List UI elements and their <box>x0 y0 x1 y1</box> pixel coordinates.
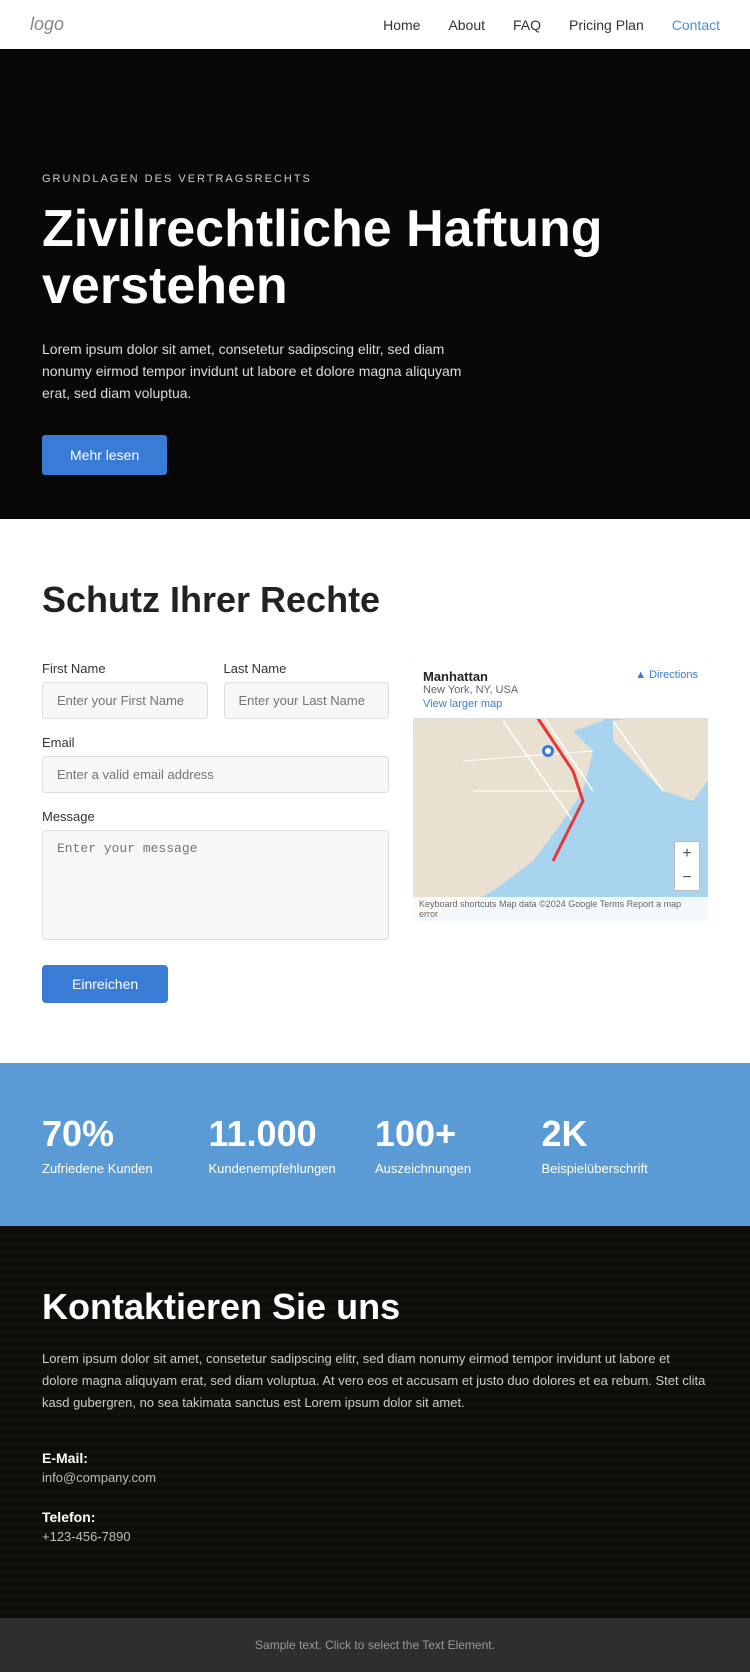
message-label: Message <box>42 809 389 824</box>
contact-phone-label: Telefon: <box>42 1509 708 1525</box>
hero-title: Zivilrechtliche Haftung verstehen <box>42 201 603 315</box>
map-view-larger-link[interactable]: View larger map <box>423 698 518 710</box>
stats-section: 70% Zufriedene Kunden 11.000 Kundenempfe… <box>0 1063 750 1226</box>
form-section: Schutz Ihrer Rechte First Name Last Name… <box>0 519 750 1063</box>
hero-section: GRUNDLAGEN DES VERTRAGSRECHTS Zivilrecht… <box>0 49 750 519</box>
stat-number-1: 11.000 <box>209 1113 376 1155</box>
stat-number-0: 70% <box>42 1113 209 1155</box>
nav-links: Home About FAQ Pricing Plan Contact <box>383 17 720 33</box>
stat-item-3: 2K Beispielüberschrift <box>542 1113 709 1176</box>
map-directions[interactable]: ▲ Directions <box>635 669 698 681</box>
map-zoom-out[interactable]: − <box>675 866 699 890</box>
nav-faq[interactable]: FAQ <box>513 17 541 33</box>
map-footer: Keyboard shortcuts Map data ©2024 Google… <box>413 897 708 921</box>
first-name-group: First Name <box>42 661 208 719</box>
map-location-name: Manhattan <box>423 669 518 684</box>
stat-label-3: Beispielüberschrift <box>542 1161 709 1176</box>
stat-item-1: 11.000 Kundenempfehlungen <box>209 1113 376 1176</box>
submit-button[interactable]: Einreichen <box>42 965 168 1003</box>
logo: logo <box>30 14 64 35</box>
nav-pricing[interactable]: Pricing Plan <box>569 17 644 33</box>
contact-email-block: E-Mail: info@company.com <box>42 1450 708 1485</box>
contact-form: First Name Last Name Email Message Einre… <box>42 661 389 1003</box>
map-header: Manhattan New York, NY, USA View larger … <box>413 661 708 719</box>
nav-about[interactable]: About <box>448 17 485 33</box>
map-zoom-controls: + − <box>674 841 700 891</box>
contact-phone-block: Telefon: +123-456-7890 <box>42 1509 708 1544</box>
hero-subtitle: GRUNDLAGEN DES VERTRAGSRECHTS <box>42 173 603 185</box>
nav-contact[interactable]: Contact <box>672 17 720 33</box>
map-footer-text: Keyboard shortcuts Map data ©2024 Google… <box>419 899 702 919</box>
stat-number-3: 2K <box>542 1113 709 1155</box>
message-group: Message <box>42 809 389 945</box>
nav-home[interactable]: Home <box>383 17 420 33</box>
contact-description: Lorem ipsum dolor sit amet, consetetur s… <box>42 1348 708 1414</box>
footer-text: Sample text. Click to select the Text El… <box>255 1638 495 1652</box>
last-name-input[interactable] <box>224 682 390 719</box>
contact-email-value: info@company.com <box>42 1470 708 1485</box>
contact-section: Kontaktieren Sie uns Lorem ipsum dolor s… <box>0 1226 750 1618</box>
form-map-wrapper: First Name Last Name Email Message Einre… <box>42 661 708 1003</box>
map-container: Manhattan New York, NY, USA View larger … <box>413 661 708 1003</box>
map-zoom-in[interactable]: + <box>675 842 699 866</box>
first-name-input[interactable] <box>42 682 208 719</box>
map: Manhattan New York, NY, USA View larger … <box>413 661 708 921</box>
last-name-group: Last Name <box>224 661 390 719</box>
navigation: logo Home About FAQ Pricing Plan Contact <box>0 0 750 49</box>
map-title-block: Manhattan New York, NY, USA View larger … <box>423 669 518 710</box>
name-row: First Name Last Name <box>42 661 389 719</box>
stat-label-1: Kundenempfehlungen <box>209 1161 376 1176</box>
email-group: Email <box>42 735 389 793</box>
stat-number-2: 100+ <box>375 1113 542 1155</box>
stat-label-0: Zufriedene Kunden <box>42 1161 209 1176</box>
map-location-sub: New York, NY, USA <box>423 684 518 696</box>
email-label: Email <box>42 735 389 750</box>
form-section-title: Schutz Ihrer Rechte <box>42 579 708 621</box>
stat-item-0: 70% Zufriedene Kunden <box>42 1113 209 1176</box>
message-textarea[interactable] <box>42 830 389 940</box>
hero-description: Lorem ipsum dolor sit amet, consetetur s… <box>42 338 462 405</box>
stat-label-2: Auszeichnungen <box>375 1161 542 1176</box>
contact-title: Kontaktieren Sie uns <box>42 1286 708 1328</box>
last-name-label: Last Name <box>224 661 390 676</box>
contact-email-label: E-Mail: <box>42 1450 708 1466</box>
email-input[interactable] <box>42 756 389 793</box>
stat-item-2: 100+ Auszeichnungen <box>375 1113 542 1176</box>
first-name-label: First Name <box>42 661 208 676</box>
footer: Sample text. Click to select the Text El… <box>0 1618 750 1672</box>
hero-cta-button[interactable]: Mehr lesen <box>42 435 167 475</box>
contact-phone-value: +123-456-7890 <box>42 1529 708 1544</box>
